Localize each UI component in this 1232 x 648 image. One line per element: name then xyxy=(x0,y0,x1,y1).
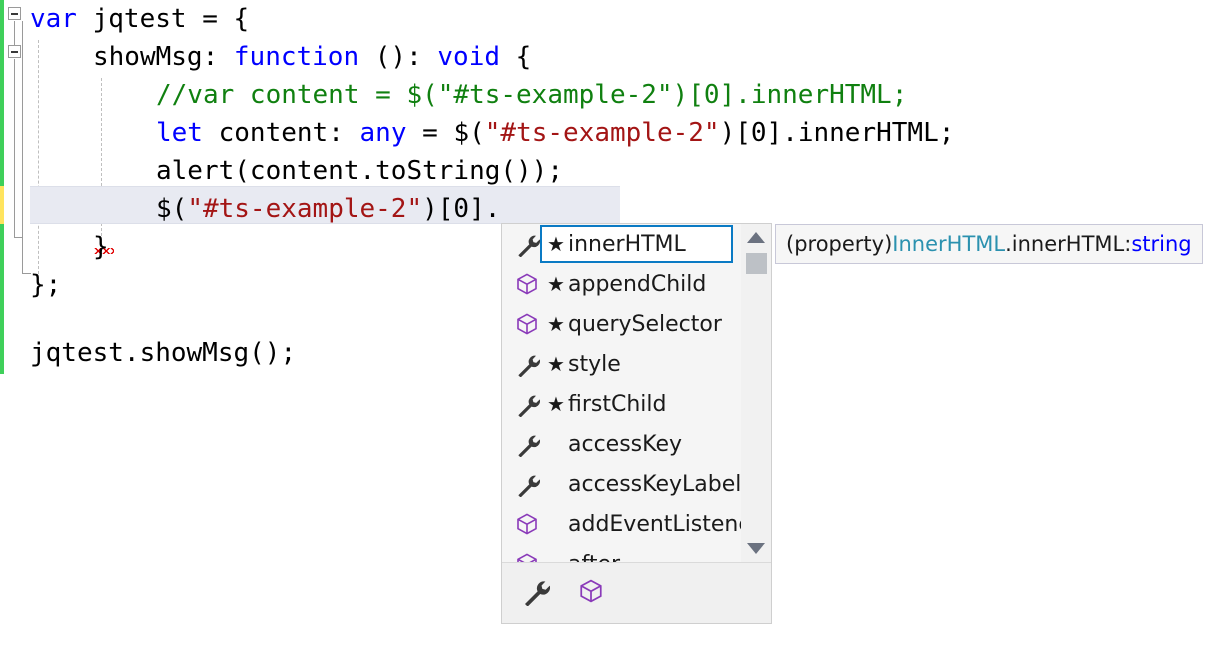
tooltip-member: .innerHTML: xyxy=(1005,232,1131,256)
code-token: = $( xyxy=(406,118,484,148)
filter-properties-wrench-icon[interactable] xyxy=(520,576,550,610)
code-line-1[interactable]: showMsg: function (): void { xyxy=(30,38,531,76)
completion-item-addeventlistener[interactable]: ★ addEventListener xyxy=(502,504,771,544)
code-token: void xyxy=(437,42,500,72)
code-token: let xyxy=(156,118,203,148)
completion-filter-toolbar[interactable] xyxy=(502,562,771,623)
favorite-star-icon: ★ xyxy=(544,314,568,334)
completion-item-label: querySelector xyxy=(568,312,722,337)
code-string: "#ts-example-2" xyxy=(485,118,720,148)
code-line-9[interactable]: jqtest.showMsg(); xyxy=(30,334,296,372)
completion-item-queryselector[interactable]: ★ querySelector xyxy=(502,304,771,344)
code-token: var xyxy=(30,4,77,34)
tooltip-value-type: string xyxy=(1131,232,1191,256)
cube-icon xyxy=(510,272,544,296)
cube-icon xyxy=(510,552,544,562)
favorite-star-icon: ★ xyxy=(544,354,568,374)
code-token: jqtest = { xyxy=(77,4,249,34)
favorite-star-icon: ★ xyxy=(544,274,568,294)
code-token: }; xyxy=(30,270,61,300)
wrench-icon xyxy=(510,391,544,417)
completion-item-label: addEventListener xyxy=(568,512,761,537)
scroll-thumb[interactable] xyxy=(746,253,767,274)
code-token: (): xyxy=(359,42,437,72)
completion-item-label: accessKeyLabel xyxy=(568,472,741,497)
code-string: "#ts-example-2" xyxy=(187,194,422,224)
code-token: function xyxy=(234,42,359,72)
code-line-5[interactable]: $("#ts-example-2")[0]. xyxy=(30,190,500,228)
code-line-7[interactable]: }; xyxy=(30,266,61,304)
code-token: content: xyxy=(203,118,360,148)
completion-item-label: after xyxy=(568,552,620,563)
completion-item-label: appendChild xyxy=(568,272,706,297)
code-token: showMsg: xyxy=(93,42,234,72)
code-comment: //var content = $("#ts-example-2")[0].in… xyxy=(156,80,907,110)
completion-item-label: style xyxy=(568,352,621,377)
code-line-6[interactable]: } xyxy=(30,228,109,266)
tooltip-owner-type: InnerHTML xyxy=(892,232,1005,256)
completion-item-label: accessKey xyxy=(568,432,682,457)
scroll-up-arrow-icon[interactable] xyxy=(747,232,765,243)
cube-icon xyxy=(510,512,544,536)
completion-item-label: innerHTML xyxy=(568,232,686,257)
completion-list[interactable]: ★ innerHTML ★ appendChild ★ querySelecto… xyxy=(502,224,771,562)
completion-item-label: firstChild xyxy=(568,392,666,417)
completion-item-accesskeylabel[interactable]: ★ accessKeyLabel xyxy=(502,464,771,504)
quick-info-tooltip: (property) InnerHTML.innerHTML: string xyxy=(775,224,1203,264)
code-token: )[0].innerHTML; xyxy=(720,118,955,148)
code-token: { xyxy=(500,42,531,72)
code-line-4[interactable]: alert(content.toString()); xyxy=(30,152,563,190)
code-token: any xyxy=(360,118,407,148)
completion-item-innerhtml[interactable]: ★ innerHTML xyxy=(502,224,771,264)
tooltip-prefix: (property) xyxy=(786,232,892,256)
code-token: } xyxy=(93,232,109,262)
filter-methods-cube-icon[interactable] xyxy=(578,578,604,608)
wrench-icon xyxy=(510,431,544,457)
scroll-down-arrow-icon[interactable] xyxy=(747,543,765,554)
code-line-0[interactable]: var jqtest = { xyxy=(30,0,249,38)
code-token: jqtest.showMsg(); xyxy=(30,338,296,368)
completion-scrollbar[interactable] xyxy=(741,224,771,562)
code-token: )[0]. xyxy=(422,194,500,224)
code-editor-window: var jqtest = { showMsg: function (): voi… xyxy=(0,0,1232,648)
wrench-icon xyxy=(510,231,544,257)
completion-item-after[interactable]: ★ after xyxy=(502,544,771,562)
code-line-3[interactable]: let content: any = $("#ts-example-2")[0]… xyxy=(30,114,954,152)
intellisense-completion-popup[interactable]: ★ innerHTML ★ appendChild ★ querySelecto… xyxy=(501,223,772,624)
completion-item-style[interactable]: ★ style xyxy=(502,344,771,384)
completion-item-accesskey[interactable]: ★ accessKey xyxy=(502,424,771,464)
favorite-star-icon: ★ xyxy=(544,394,568,414)
code-token: $( xyxy=(156,194,187,224)
wrench-icon xyxy=(510,471,544,497)
completion-item-firstchild[interactable]: ★ firstChild xyxy=(502,384,771,424)
completion-item-appendchild[interactable]: ★ appendChild xyxy=(502,264,771,304)
code-line-2[interactable]: //var content = $("#ts-example-2")[0].in… xyxy=(30,76,907,114)
favorite-star-icon: ★ xyxy=(544,234,568,254)
cube-icon xyxy=(510,312,544,336)
wrench-icon xyxy=(510,351,544,377)
code-token: alert(content.toString()); xyxy=(156,156,563,186)
